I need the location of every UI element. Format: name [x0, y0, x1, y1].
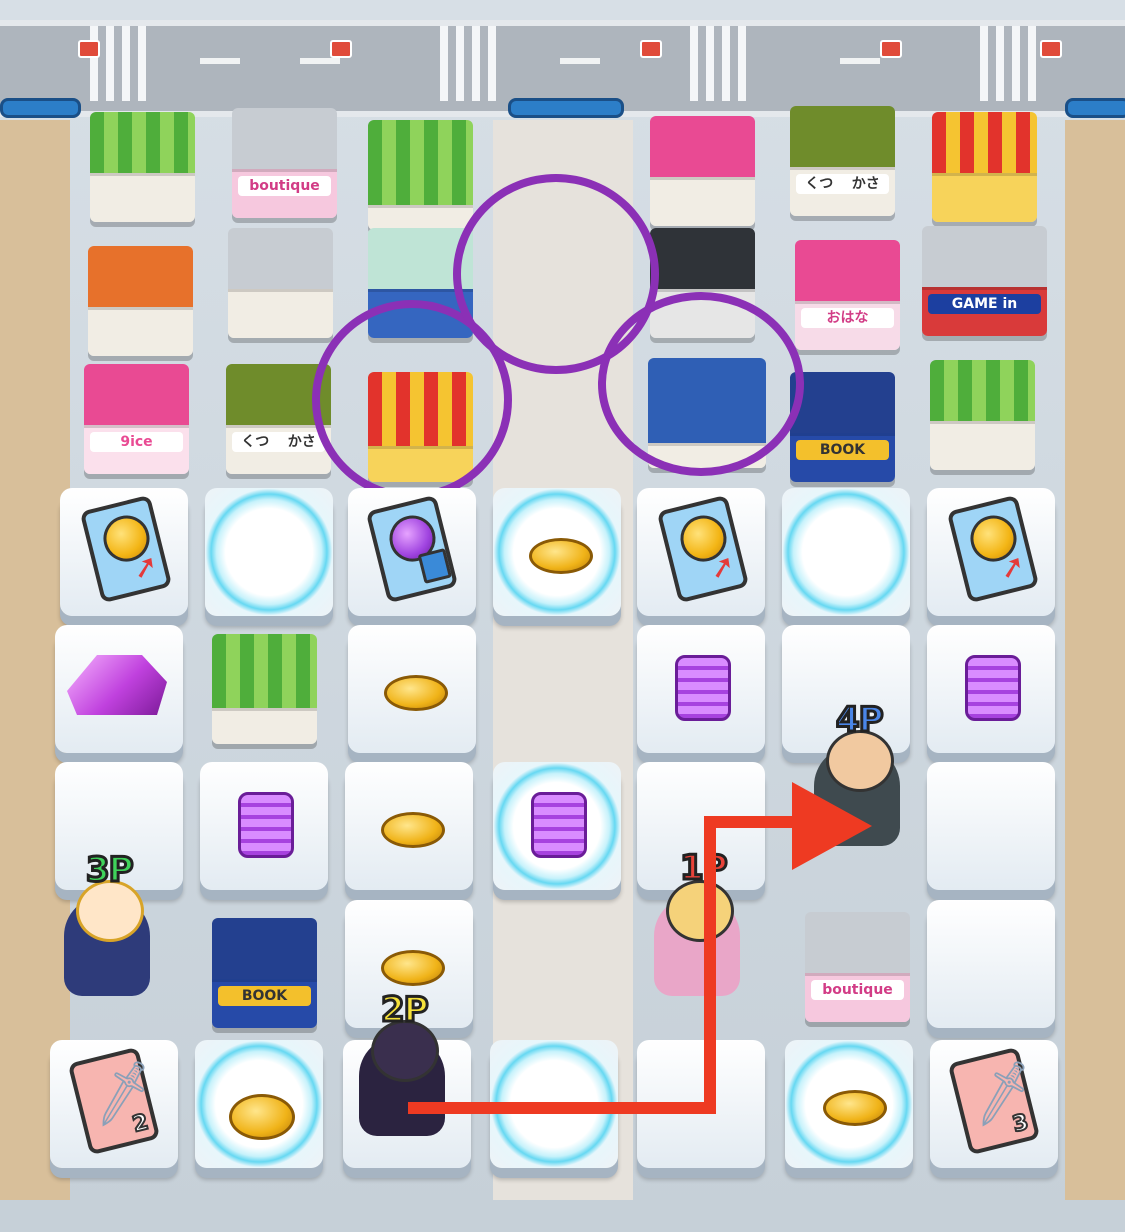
route-arrowhead-icon — [792, 782, 872, 870]
game-board-scene: boutique くつ かさ おはな GAME in 9ice くつ かさ BO… — [0, 0, 1125, 1232]
route-line — [408, 816, 800, 1114]
movement-route-arrow — [408, 782, 872, 1114]
